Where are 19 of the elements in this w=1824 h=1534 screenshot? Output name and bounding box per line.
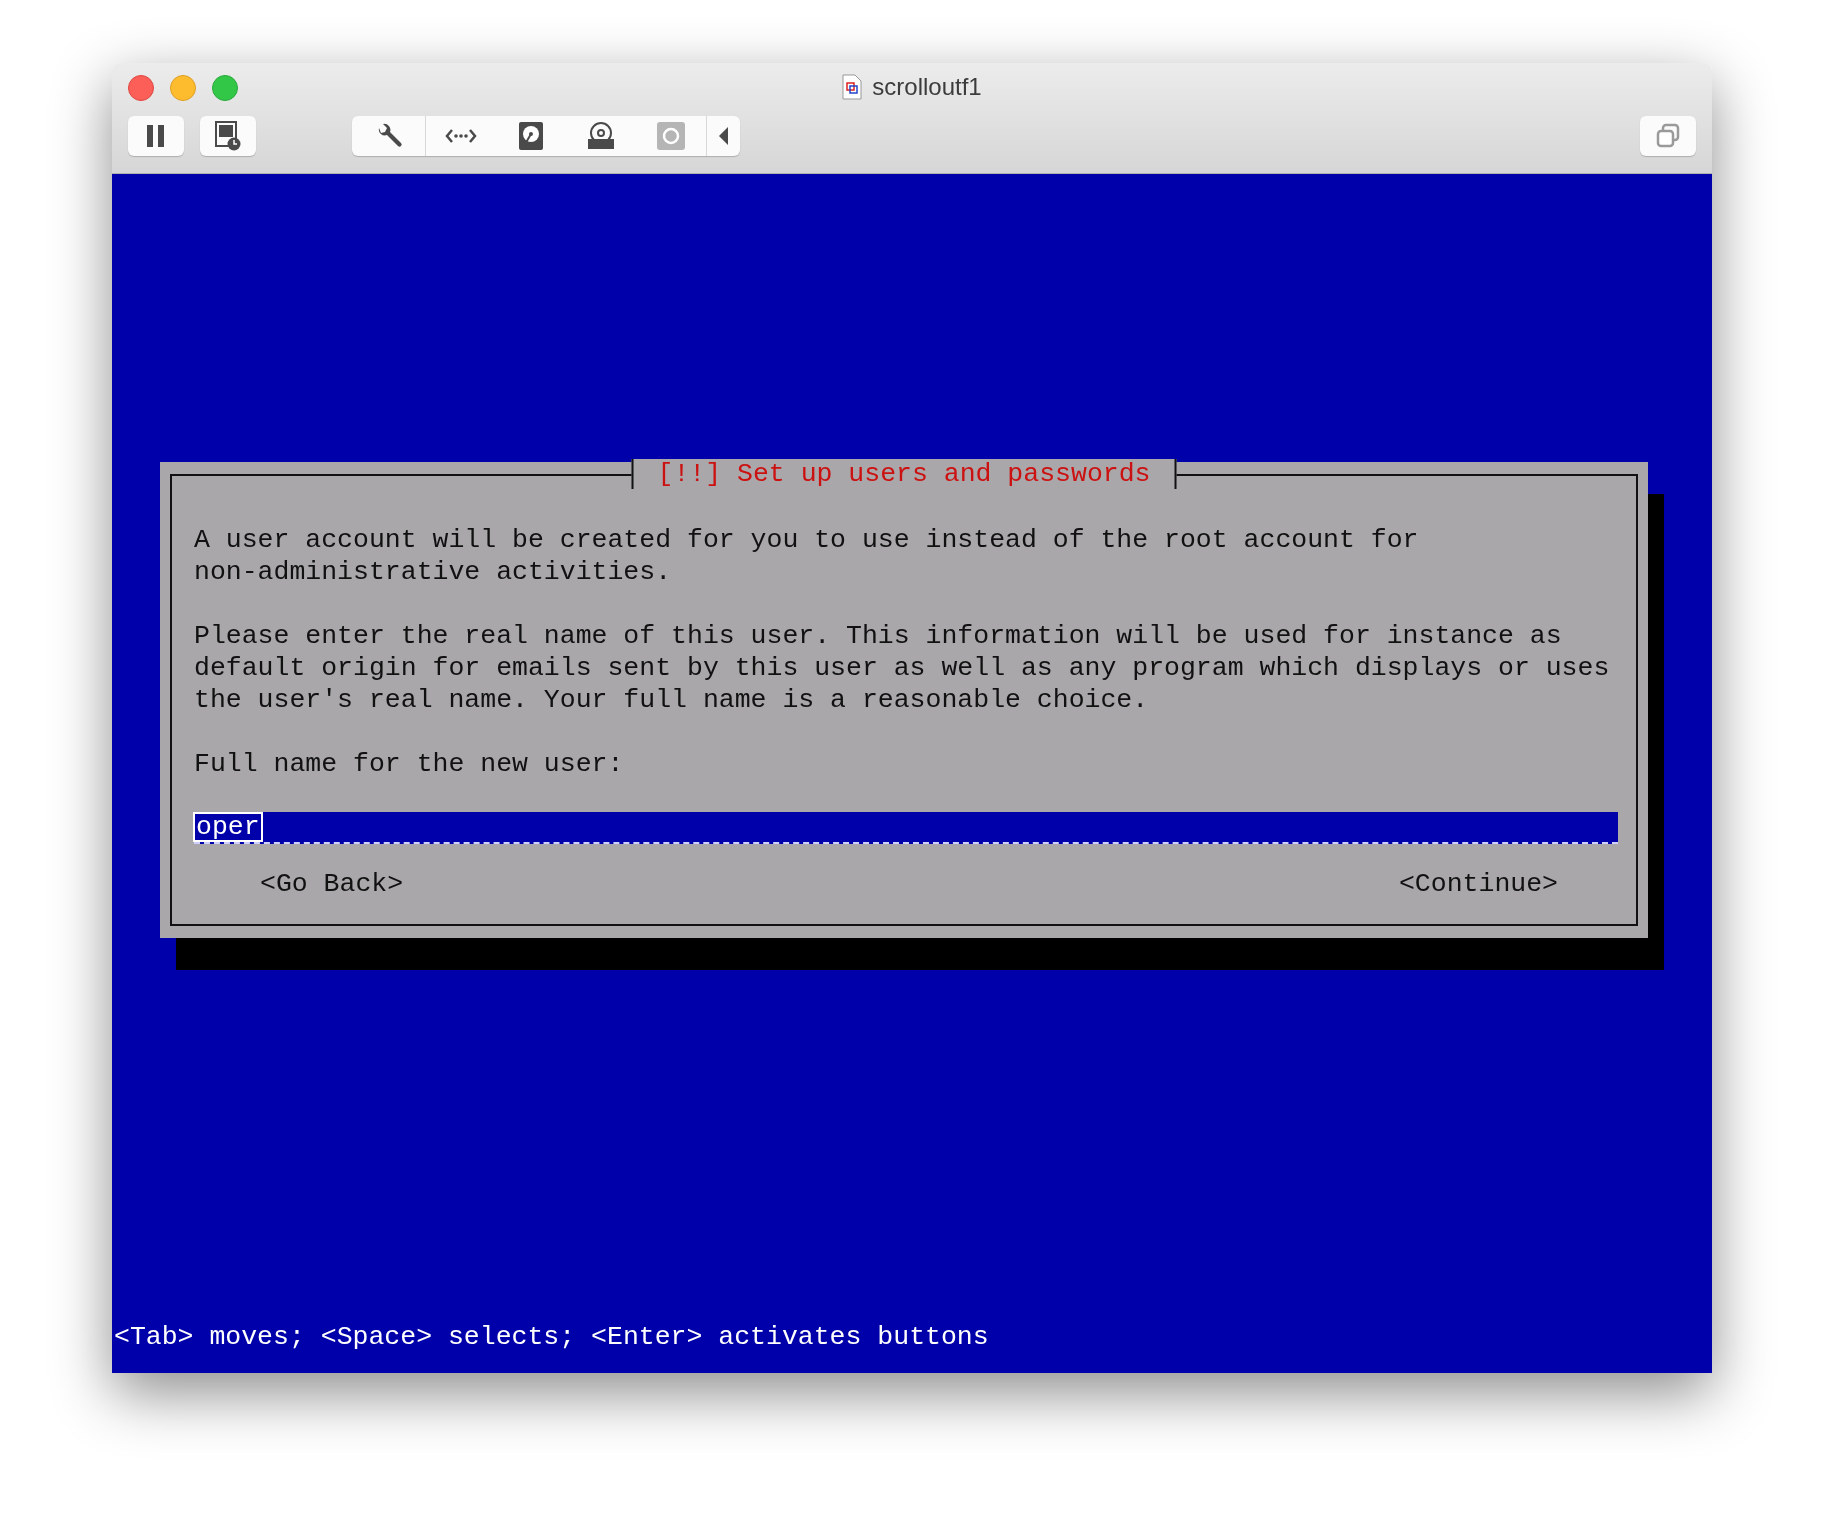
- left-arrow-icon: [718, 127, 729, 145]
- dialog-button[interactable]: <Continue>: [1398, 868, 1558, 900]
- window-title: scrolloutf1: [872, 73, 982, 101]
- full-name-field[interactable]: oper: [194, 812, 1618, 844]
- document-icon: [842, 74, 863, 100]
- dialog-button[interactable]: <Go Back>: [260, 868, 404, 900]
- status-line: <Tab> moves; <Space> selects; <Enter> activates buttons: [114, 1321, 989, 1353]
- pause-button[interactable]: [128, 116, 184, 156]
- dialog-paragraph: Please enter the real name of this user. This information will be used for instance as default origin for emails sent by this user as well as any program which displays or uses the user's real name. Your full name is a reasonable choice.: [194, 620, 1611, 716]
- pause-icon: [146, 124, 166, 148]
- dialog-title: [!!] Set up users and passwords: [631, 459, 1177, 489]
- optical-drive-icon: [587, 122, 615, 150]
- close-button[interactable]: [128, 75, 154, 101]
- overlapping-squares-icon: [1655, 123, 1681, 149]
- snapshot-icon: [214, 121, 242, 151]
- snapshot-button[interactable]: [200, 116, 256, 156]
- dialog-paragraph: A user account will be created for you to use instead of the root account for non-administrative activities.: [194, 524, 1420, 588]
- field-label: Full name for the new user:: [194, 748, 625, 780]
- window-mode-button[interactable]: [1640, 116, 1696, 156]
